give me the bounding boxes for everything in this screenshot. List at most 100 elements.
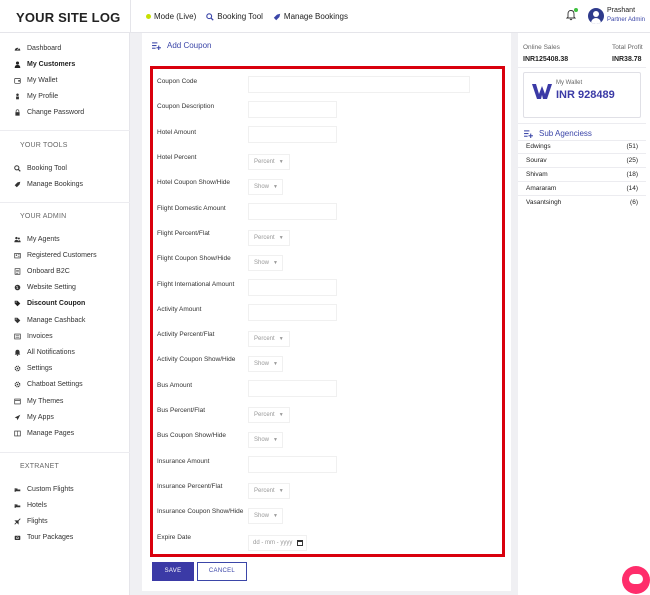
agency-name: Edwings: [526, 143, 551, 150]
sidebar-item-label: Discount Coupon: [27, 300, 86, 307]
chevron-down-icon: ▼: [278, 336, 284, 342]
select-value: Percent: [254, 235, 275, 241]
hotel-show-select[interactable]: Show ▼: [248, 179, 283, 195]
label-coupon-code: Coupon Code: [157, 78, 198, 85]
logo-divider: [130, 0, 131, 33]
chevron-down-icon: ▼: [273, 184, 278, 190]
sidebar-item-my-themes[interactable]: My Themes: [14, 398, 63, 405]
sidebar: [0, 33, 130, 595]
flight-show-select[interactable]: Show ▼: [248, 255, 283, 271]
chevron-down-icon: ▼: [278, 412, 284, 418]
bus-percent-select[interactable]: Percent ▼: [248, 407, 290, 423]
search-icon: [206, 12, 214, 21]
insurance-show-select[interactable]: Show ▼: [248, 508, 283, 524]
flight-international-amount-input[interactable]: [248, 279, 337, 296]
agency-name: Vasantsingh: [526, 199, 562, 206]
sidebar-item-my-wallet[interactable]: My Wallet: [14, 77, 57, 84]
nav-booking-tool[interactable]: Booking Tool: [206, 12, 263, 21]
label-bus-percent: Bus Percent/Flat: [157, 407, 206, 414]
label-flight-international-amount: Flight International Amount: [157, 281, 235, 288]
sidebar-item-my-agents[interactable]: My Agents: [14, 236, 60, 243]
bell-icon: [14, 349, 21, 356]
sidebar-item-chatboat-settings[interactable]: Chatboat Settings: [14, 381, 83, 388]
sidebar-item-settings[interactable]: Settings: [14, 365, 52, 372]
form-title: Add Coupon: [167, 41, 212, 50]
avatar[interactable]: [588, 8, 604, 24]
insurance-amount-input[interactable]: [248, 456, 337, 473]
flight-percent-select[interactable]: Percent ▼: [248, 230, 290, 246]
plane-icon: [14, 518, 21, 525]
label-hotel-show: Hotel Coupon Show/Hide: [157, 179, 230, 186]
mode-toggle[interactable]: Mode (Live): [146, 12, 196, 21]
list-item[interactable]: Shivam (18): [518, 168, 646, 182]
coupon-code-input[interactable]: [248, 76, 470, 93]
sidebar-item-registered-customers[interactable]: Registered Customers: [14, 252, 97, 259]
sidebar-item-all-notifications[interactable]: All Notifications: [14, 349, 75, 356]
sidebar-item-my-customers[interactable]: My Customers: [14, 61, 75, 68]
add-coupon-heading: Add Coupon: [152, 41, 211, 50]
user-name[interactable]: Prashant: [607, 7, 635, 14]
activity-amount-input[interactable]: [248, 304, 337, 321]
hotel-amount-input[interactable]: [248, 126, 337, 143]
sidebar-item-label: Onboard B2C: [27, 268, 70, 275]
live-dot-icon: [146, 14, 151, 19]
calendar-icon[interactable]: [297, 540, 303, 546]
chevron-down-icon: ▼: [273, 437, 278, 443]
select-value: Show: [254, 361, 270, 367]
sidebar-item-my-profile[interactable]: My Profile: [14, 93, 58, 100]
top-bar: YOUR SITE LOG Mode (Live) Booking Tool M…: [0, 0, 650, 33]
bus-amount-input[interactable]: [248, 380, 337, 397]
sidebar-item-manage-bookings[interactable]: Manage Bookings: [14, 181, 83, 188]
list-item[interactable]: Sourav (25): [518, 154, 646, 168]
nav-manage-bookings[interactable]: Manage Bookings: [273, 12, 348, 21]
sidebar-item-discount-coupon[interactable]: Discount Coupon: [14, 300, 85, 307]
hotel-percent-select[interactable]: Percent ▼: [248, 154, 290, 170]
agency-name: Shivam: [526, 171, 548, 178]
sidebar-item-label: Manage Cashback: [27, 317, 86, 324]
lock-icon: [15, 109, 20, 116]
sidebar-item-flights[interactable]: Flights: [14, 518, 48, 525]
sidebar-item-label: Manage Bookings: [27, 181, 84, 188]
expire-date-input[interactable]: dd - mm - yyyy: [248, 535, 307, 551]
search-icon: [14, 165, 21, 172]
activity-percent-select[interactable]: Percent ▼: [248, 331, 290, 347]
sidebar-item-change-password[interactable]: Change Password: [14, 109, 84, 116]
activity-show-select[interactable]: Show ▼: [248, 356, 283, 372]
coupon-description-input[interactable]: [248, 101, 337, 118]
sidebar-item-hotels[interactable]: Hotels: [14, 502, 47, 509]
user-role: Partner Admin: [607, 17, 646, 23]
sidebar-item-label: Hotels: [27, 502, 47, 509]
flight-domestic-amount-input[interactable]: [248, 203, 337, 220]
sidebar-item-website-setting[interactable]: Website Setting: [14, 284, 76, 291]
sidebar-item-label: My Customers: [27, 61, 76, 68]
insurance-percent-select[interactable]: Percent ▼: [248, 483, 290, 499]
list-item[interactable]: Vasantsingh (6): [518, 196, 646, 210]
sidebar-item-custom-flights[interactable]: Custom Flights: [14, 486, 74, 493]
label-hotel-amount: Hotel Amount: [157, 129, 197, 136]
sidebar-item-manage-pages[interactable]: Manage Pages: [14, 430, 74, 437]
agency-count: (6): [630, 199, 638, 206]
gear-icon: [14, 365, 21, 372]
sidebar-item-invoices[interactable]: Invoices: [14, 333, 53, 340]
sidebar-item-manage-cashback[interactable]: Manage Cashback: [14, 317, 85, 324]
sidebar-item-label: My Profile: [27, 93, 59, 100]
chat-launcher-button[interactable]: [622, 566, 650, 594]
site-logo[interactable]: YOUR SITE LOG: [16, 10, 120, 25]
save-button[interactable]: SAVE: [152, 562, 194, 581]
sidebar-item-onboard-b2c[interactable]: Onboard B2C: [14, 268, 70, 275]
bus-show-select[interactable]: Show ▼: [248, 432, 283, 448]
sidebar-item-my-apps[interactable]: My Apps: [14, 414, 54, 421]
list-item[interactable]: Amararam (14): [518, 182, 646, 196]
sidebar-item-label: Flights: [27, 518, 48, 525]
sidebar-item-booking-tool[interactable]: Booking Tool: [14, 165, 67, 172]
cancel-button[interactable]: CANCEL: [197, 562, 247, 581]
sidebar-item-dashboard[interactable]: Dashboard: [14, 45, 61, 52]
id-card-icon: [14, 253, 21, 259]
label-hotel-percent: Hotel Percent: [157, 154, 197, 161]
sidebar-item-label: Website Setting: [27, 284, 76, 291]
notification-dot: [574, 8, 578, 12]
list-item[interactable]: Edwings (51): [518, 140, 646, 154]
chevron-down-icon: ▼: [278, 488, 284, 494]
sidebar-item-tour-packages[interactable]: Tour Packages: [14, 534, 73, 541]
rocket-icon: [14, 181, 21, 188]
